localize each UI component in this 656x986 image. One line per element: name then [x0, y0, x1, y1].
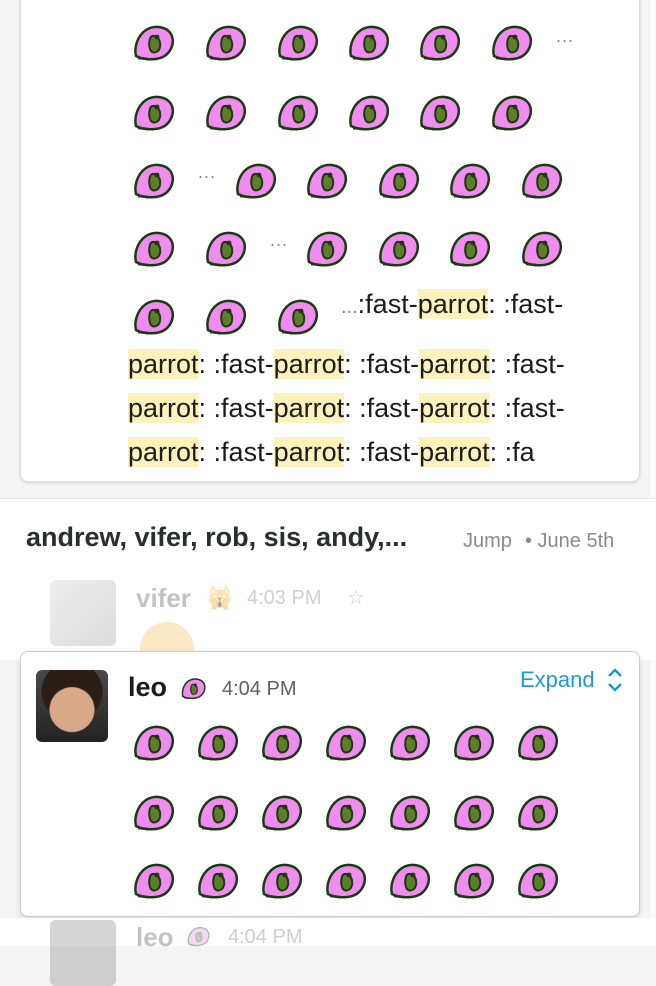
- star-icon[interactable]: ☆: [347, 585, 365, 610]
- avatar[interactable]: [50, 580, 116, 646]
- parrot-icon: [202, 296, 248, 336]
- parrot-icon: [322, 860, 368, 900]
- message-date: • June 5th: [525, 530, 615, 552]
- parrot-icon: [375, 228, 421, 268]
- parrot-icon: [130, 228, 176, 268]
- parrot-icon: [130, 860, 176, 900]
- message-author[interactable]: leo: [128, 672, 167, 703]
- ellipsis-text: ...: [270, 230, 289, 250]
- parrot-icon: [202, 228, 248, 268]
- parrot-icon: [488, 92, 534, 132]
- parrot-icon: [450, 860, 496, 900]
- parrot-icon: [514, 722, 560, 762]
- parrot-icon: [386, 860, 432, 900]
- parrot-icon: [446, 160, 492, 200]
- message-author[interactable]: vifer: [136, 583, 191, 614]
- parrot-icon: [303, 228, 349, 268]
- parrot-icon: [178, 676, 208, 700]
- parrot-icon: [130, 792, 176, 832]
- parrot-icon: [386, 792, 432, 832]
- parrot-icon: [130, 722, 176, 762]
- parrot-icon: [518, 160, 564, 200]
- parrot-icon: [232, 160, 278, 200]
- jump-link[interactable]: Jump: [463, 530, 512, 553]
- parrot-icon: [274, 92, 320, 132]
- parrot-icon: [514, 792, 560, 832]
- parrot-icon: [274, 22, 320, 62]
- match-text-line-2: parrot: :fast-parrot: :fast-parrot: :fas…: [128, 349, 565, 379]
- parrot-icon: [416, 22, 462, 62]
- status-emoji-icon: 🙀: [206, 585, 234, 610]
- expand-chevron-icon[interactable]: [604, 664, 626, 696]
- parrot-icon: [258, 860, 304, 900]
- parrot-icon: [130, 160, 176, 200]
- parrot-icon: [386, 722, 432, 762]
- parrot-icon: [488, 22, 534, 62]
- scrollbar-track[interactable]: [650, 0, 656, 946]
- match-text-line-1: ...:fast-parrot: :fast-: [341, 289, 564, 319]
- match-text-line-4: parrot: :fast-parrot: :fast-parrot: :fa: [128, 437, 535, 467]
- parrot-icon: [258, 722, 304, 762]
- parrot-icon: [514, 860, 560, 900]
- parrot-icon: [130, 22, 176, 62]
- parrot-icon: [375, 160, 421, 200]
- parrot-icon: [130, 296, 176, 336]
- message-timestamp[interactable]: 4:04 PM: [222, 678, 296, 701]
- parrot-icon: [258, 792, 304, 832]
- ellipsis-text: ...: [556, 26, 575, 46]
- ellipsis-text: ...: [198, 162, 217, 182]
- parrot-icon: [450, 722, 496, 762]
- parrot-icon: [303, 160, 349, 200]
- parrot-icon: [416, 92, 462, 132]
- parrot-icon: [322, 722, 368, 762]
- match-text-line-3: parrot: :fast-parrot: :fast-parrot: :fas…: [128, 393, 565, 423]
- parrot-icon: [194, 792, 240, 832]
- parrot-icon: [446, 228, 492, 268]
- parrot-icon: [184, 925, 212, 947]
- message-timestamp[interactable]: 4:03 PM: [247, 587, 321, 610]
- parrot-icon: [345, 92, 391, 132]
- message-author[interactable]: leo: [136, 922, 174, 953]
- parrot-icon: [322, 792, 368, 832]
- parrot-icon: [202, 92, 248, 132]
- parrot-icon: [345, 22, 391, 62]
- parrot-icon: [194, 722, 240, 762]
- conversation-title[interactable]: andrew, vifer, rob, sis, andy,...: [26, 522, 407, 553]
- avatar[interactable]: [36, 670, 108, 742]
- parrot-icon: [518, 228, 564, 268]
- parrot-icon: [274, 296, 320, 336]
- parrot-icon: [130, 92, 176, 132]
- avatar[interactable]: [50, 920, 116, 986]
- expand-button[interactable]: Expand: [520, 667, 595, 693]
- parrot-icon: [202, 22, 248, 62]
- parrot-icon: [450, 792, 496, 832]
- parrot-icon: [194, 860, 240, 900]
